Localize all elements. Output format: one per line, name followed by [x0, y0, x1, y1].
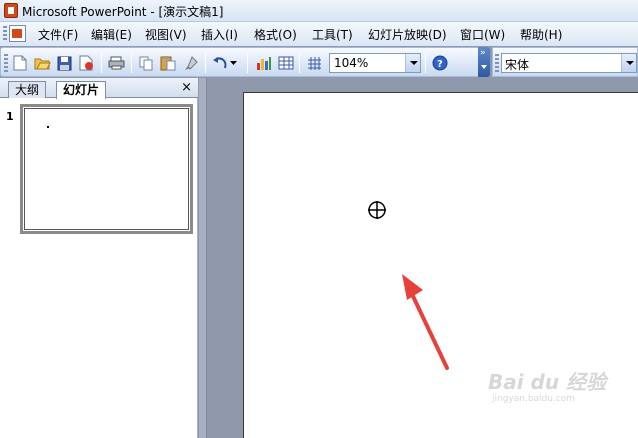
copy-icon[interactable] [137, 54, 155, 72]
menu-slideshow[interactable]: 幻灯片放映(D) [368, 26, 447, 43]
document-icon[interactable] [9, 25, 26, 42]
toolbar-separator [299, 53, 300, 73]
crosshair-cursor-icon [368, 201, 386, 219]
standard-toolbar: 104% ? [0, 47, 490, 77]
print-icon[interactable] [107, 54, 125, 72]
toolbar-grip-icon[interactable] [4, 54, 8, 72]
menu-format[interactable]: 格式(O) [254, 26, 297, 43]
toolbar-separator [131, 53, 132, 73]
menu-help[interactable]: 帮助(H) [520, 26, 562, 43]
permission-icon[interactable] [77, 54, 95, 72]
table-icon[interactable] [277, 54, 295, 72]
toolbar-separator [425, 53, 426, 73]
new-icon[interactable] [11, 54, 29, 72]
zoom-select[interactable]: 104% [329, 53, 421, 73]
menu-window[interactable]: 窗口(W) [460, 26, 505, 43]
watermark-brand: Bai du 经验 [488, 370, 607, 394]
slides-pane: 大纲 幻灯片 × 1 [0, 78, 198, 438]
tab-slides[interactable]: 幻灯片 [56, 81, 107, 99]
thumbnail-cursor-dot [47, 126, 49, 128]
slide-number: 1 [6, 110, 14, 123]
menu-tools[interactable]: 工具(T) [312, 26, 353, 43]
menu-insert[interactable]: 插入(I) [201, 26, 238, 43]
pane-tabstrip: 大纲 幻灯片 × [0, 78, 198, 99]
toolbar-separator [205, 53, 206, 73]
baidu-watermark: Bai du 经验 jingyan.baidu.com [488, 364, 608, 410]
undo-icon[interactable] [211, 54, 229, 72]
fontbar-grip-icon[interactable] [495, 54, 499, 72]
menu-file[interactable]: 文件(F) [38, 26, 78, 43]
pane-splitter[interactable] [199, 78, 207, 438]
format-painter-icon[interactable] [181, 54, 199, 72]
slide-thumbnail[interactable] [20, 104, 193, 234]
chart-icon[interactable] [255, 54, 273, 72]
font-name-select[interactable]: 宋体 [501, 53, 637, 73]
svg-text:?: ? [437, 59, 443, 70]
paste-icon[interactable] [159, 54, 177, 72]
menubar-grip-icon[interactable] [3, 26, 7, 42]
grid-icon[interactable] [305, 54, 323, 72]
annotation-arrow [402, 274, 449, 370]
zoom-dropdown-icon[interactable] [405, 54, 420, 72]
zoom-value: 104% [334, 56, 369, 70]
font-dropdown-icon[interactable] [621, 54, 636, 72]
title-bar: Microsoft PowerPoint - [演示文稿1] [0, 0, 638, 22]
menu-bar: 文件(F) 编辑(E) 视图(V) 插入(I) 格式(O) 工具(T) 幻灯片放… [0, 22, 638, 46]
window-title: Microsoft PowerPoint - [演示文稿1] [22, 5, 224, 19]
open-icon[interactable] [33, 54, 51, 72]
toolbar-separator [101, 53, 102, 73]
font-name-value: 宋体 [505, 58, 530, 72]
help-icon[interactable]: ? [431, 54, 449, 72]
formatting-toolbar: 宋体 [492, 47, 638, 77]
close-icon[interactable]: × [181, 80, 192, 95]
powerpoint-app-icon [4, 3, 18, 18]
menu-edit[interactable]: 编辑(E) [91, 26, 132, 43]
toolbar-options-icon[interactable] [478, 47, 490, 77]
save-icon[interactable] [55, 54, 73, 72]
tab-outline[interactable]: 大纲 [8, 81, 47, 98]
menu-view[interactable]: 视图(V) [145, 26, 187, 43]
watermark-url: jingyan.baidu.com [492, 394, 576, 404]
undo-dropdown-icon[interactable] [229, 54, 239, 72]
toolbar-separator [247, 53, 248, 73]
